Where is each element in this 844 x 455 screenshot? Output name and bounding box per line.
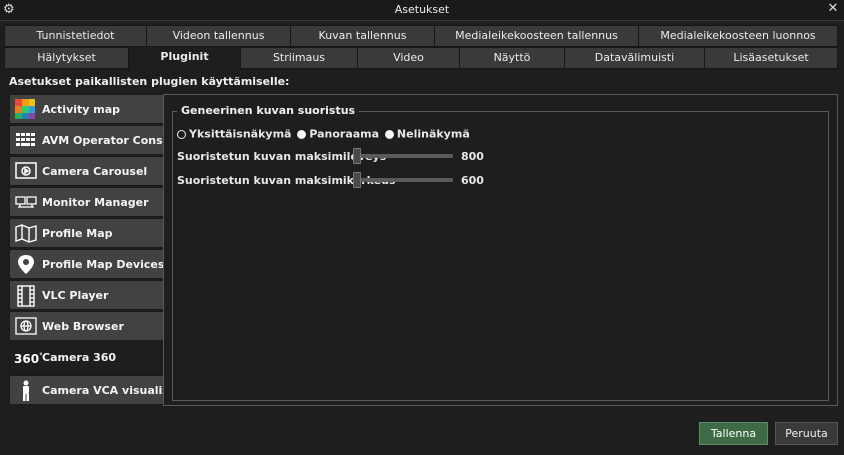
title-bar: ⚙ Asetukset ✕ [0,0,844,21]
tab-videon-tallennus[interactable]: Videon tallennus [146,25,291,47]
plugin-item-camera-360[interactable]: 360° Camera 360 [9,342,169,374]
tab-pluginit[interactable]: Pluginit [128,46,241,71]
tab-tunnistetiedot[interactable]: Tunnistetiedot [4,25,147,47]
tab-datavalimuisti[interactable]: Datavälimuisti [564,47,705,69]
save-button[interactable]: Tallenna [699,422,768,445]
plugin-label: Camera 360 [42,351,117,364]
plugin-item-profile-map-devices[interactable]: Profile Map Devices [9,249,164,279]
map-icon [15,223,37,243]
plugin-label: VLC Player [42,289,109,302]
radio-indicator [384,129,394,139]
plugin-label: Profile Map [42,227,113,240]
max-width-value: 800 [461,150,484,163]
group-title: Geneerinen kuvan suoristus [177,104,360,117]
radio-single-view[interactable]: Yksittäisnäkymä [177,127,291,141]
plugin-item-vlc-player[interactable]: VLC Player [9,280,164,310]
plugin-item-camera-vca-visualization[interactable]: Camera VCA visualization [9,375,201,405]
plugin-label: Camera Carousel [42,165,148,178]
radio-indicator [177,129,186,139]
plugin-label: Monitor Manager [42,196,149,209]
carousel-icon [15,161,37,181]
activity-map-icon [15,99,37,119]
plugin-label: Web Browser [42,320,124,333]
window-title: Asetukset [394,3,450,16]
max-width-slider[interactable] [353,148,453,164]
plugin-item-monitor-manager[interactable]: Monitor Manager [9,187,164,217]
plugins-heading: Asetukset paikallisten plugien käyttämis… [9,75,290,88]
tab-kuvan-tallennus[interactable]: Kuvan tallennus [290,25,435,47]
map-pin-icon [15,254,37,274]
tab-medialeike-tallennus[interactable]: Medialeikekoosteen tallennus [434,25,639,47]
plugin-item-profile-map[interactable]: Profile Map [9,218,164,248]
tab-video[interactable]: Video [357,47,460,69]
close-icon[interactable]: ✕ [826,1,840,17]
plugin-item-web-browser[interactable]: Web Browser [9,311,164,341]
tab-naytto[interactable]: Näyttö [459,47,565,69]
globe-icon [15,316,37,336]
tab-medialeike-luonnos[interactable]: Medialeikekoosteen luonnos [638,25,838,47]
tab-striimaus[interactable]: Striimaus [240,47,358,69]
radio-quad-view[interactable]: Nelinäkymä [384,127,470,141]
dewarp-group: Geneerinen kuvan suoristus Yksittäisnäky… [172,104,829,401]
plugin-item-activity-map[interactable]: Activity map [9,94,164,124]
keyboard-grid-icon [15,130,37,150]
cancel-button[interactable]: Peruuta [775,422,838,445]
person-icon [15,380,37,401]
tab-halytykset[interactable]: Hälytykset [4,47,129,69]
plugin-item-camera-carousel[interactable]: Camera Carousel [9,156,164,186]
plugin-label: Activity map [42,103,121,116]
max-height-slider[interactable] [353,172,453,188]
plugin-item-avm-operator-console[interactable]: AVM Operator Console [9,125,181,155]
plugin-list: Activity map AVM Operator Console Camera… [9,94,201,406]
radio-indicator [297,129,307,139]
tab-lisaasetukset[interactable]: Lisäasetukset [704,47,838,69]
view-mode-radio-group: Yksittäisnäkymä Panoraama Nelinäkymä [177,127,472,141]
radio-panorama[interactable]: Panoraama [297,127,379,141]
slider-handle[interactable] [353,172,361,188]
plugin-label: Profile Map Devices [42,258,165,271]
camera-360-icon: 360° [14,352,43,366]
max-height-value: 600 [461,174,484,187]
plugin-label: AVM Operator Console [42,134,182,147]
plugin-settings-panel: Geneerinen kuvan suoristus Yksittäisnäky… [163,94,838,406]
slider-handle[interactable] [353,148,361,164]
monitors-icon [15,192,37,212]
film-icon [15,285,37,307]
